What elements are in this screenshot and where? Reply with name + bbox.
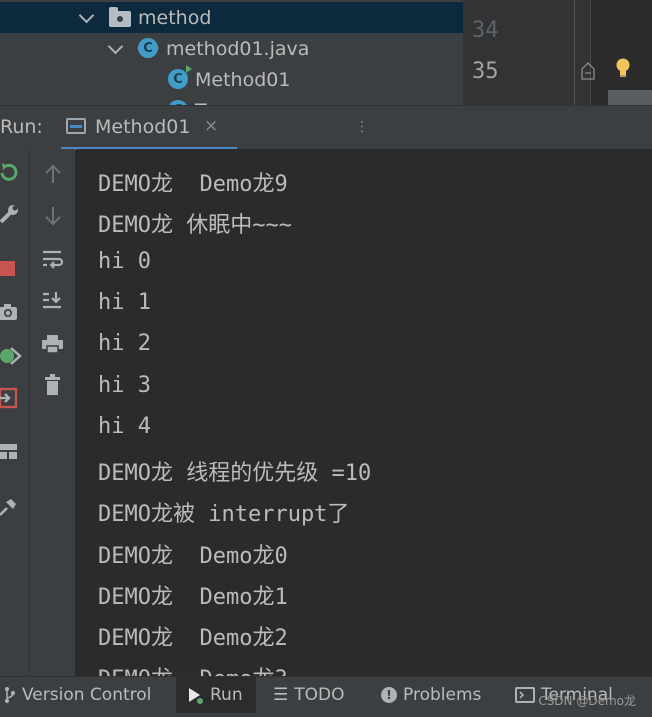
console-line: hi 4 (98, 414, 151, 439)
run-left-toolbar (0, 149, 30, 676)
line-number: 34 (472, 18, 499, 43)
console-line: DEMO龙 线程的优先级 =10 (98, 461, 372, 486)
package-folder-icon (109, 7, 131, 27)
todo-button[interactable]: ☰ TODO (273, 677, 363, 713)
tree-item-label: method01.java (166, 37, 310, 60)
project-tree: method C method01.java C Method01 C T (0, 0, 463, 105)
tree-item-label: Method01 (195, 68, 291, 91)
print-icon[interactable] (41, 333, 65, 355)
list-icon: ☰ (273, 685, 289, 705)
expand-arrow-icon[interactable] (78, 7, 95, 24)
run-icon (189, 688, 203, 704)
debug-restart-icon[interactable] (0, 345, 22, 367)
console-line: DEMO龙 Demo龙1 (98, 585, 288, 610)
console-line: hi 2 (98, 331, 151, 356)
run-tab-method01[interactable]: Method01 × (57, 106, 237, 150)
run-tab-label: Method01 (95, 116, 191, 138)
lightbulb-icon[interactable] (615, 58, 631, 78)
console-toolbar (30, 149, 75, 676)
arrow-down-icon[interactable] (43, 205, 63, 227)
tree-item-method01-class[interactable]: C Method01 (0, 64, 463, 95)
layout-icon[interactable] (0, 441, 20, 463)
java-class-icon: C (138, 38, 158, 58)
close-icon[interactable]: × (204, 118, 218, 135)
line-number-current: 35 (472, 59, 499, 84)
console-line: DEMO龙 休眠中~~~ (98, 213, 292, 238)
tree-item-method01-java[interactable]: C method01.java (0, 33, 463, 64)
bottom-bar-label: Problems (403, 685, 482, 705)
wrench-icon[interactable] (0, 203, 20, 225)
console-line: hi 3 (98, 373, 151, 398)
expand-arrow-icon[interactable] (107, 38, 124, 55)
console-output[interactable]: DEMO龙 Demo龙9 DEMO龙 休眠中~~~ hi 0 hi 1 hi 2… (76, 149, 652, 676)
tree-item-t-class[interactable]: C T (0, 95, 463, 105)
tree-item-label: method (138, 6, 212, 29)
console-line: DEMO龙 Demo龙2 (98, 626, 288, 651)
info-icon: ! (381, 687, 397, 703)
editor-gutter: 34 35 (463, 0, 652, 105)
console-icon (66, 118, 86, 134)
rerun-icon[interactable] (0, 161, 20, 183)
run-tool-window-header: Run: Method01 × ⋮ (0, 105, 652, 151)
runnable-class-icon: C (168, 65, 192, 89)
bottom-bar-label: Run (210, 685, 243, 705)
soft-wrap-icon[interactable] (41, 248, 65, 270)
console-line: hi 0 (98, 249, 151, 274)
exit-icon[interactable] (0, 387, 20, 409)
scrollbar-thumb[interactable] (608, 90, 652, 105)
pin-icon[interactable] (0, 495, 20, 517)
watermark: CSDN @Demo龙 (538, 694, 636, 708)
run-button[interactable]: Run (176, 677, 256, 713)
run-window-label: Run: (0, 116, 43, 138)
bottom-bar-label: Version Control (22, 685, 152, 705)
scroll-to-end-icon[interactable] (41, 290, 65, 312)
camera-icon[interactable] (0, 301, 20, 323)
console-line: DEMO龙 Demo龙3 (98, 661, 288, 676)
branch-icon (5, 687, 15, 703)
terminal-icon (515, 687, 535, 703)
gutter-divider (574, 0, 575, 105)
fold-marker-icon[interactable] (581, 62, 595, 80)
tree-item-method-folder[interactable]: method (0, 2, 463, 33)
more-options-icon[interactable]: ⋮ (355, 119, 369, 135)
console-line: hi 1 (98, 290, 151, 315)
bottom-tool-bar: Version Control Run ☰ TODO ! Problems Te… (0, 676, 652, 717)
trash-icon[interactable] (43, 374, 63, 396)
version-control-button[interactable]: Version Control (4, 677, 166, 713)
console-line: DEMO龙被 interrupt了 (98, 502, 350, 527)
console-line: DEMO龙 Demo龙0 (98, 544, 288, 569)
problems-button[interactable]: ! Problems (381, 677, 499, 713)
bottom-bar-label: TODO (294, 685, 345, 705)
arrow-up-icon[interactable] (43, 163, 63, 185)
stop-icon[interactable] (0, 261, 15, 276)
console-line: DEMO龙 Demo龙9 (98, 172, 288, 197)
